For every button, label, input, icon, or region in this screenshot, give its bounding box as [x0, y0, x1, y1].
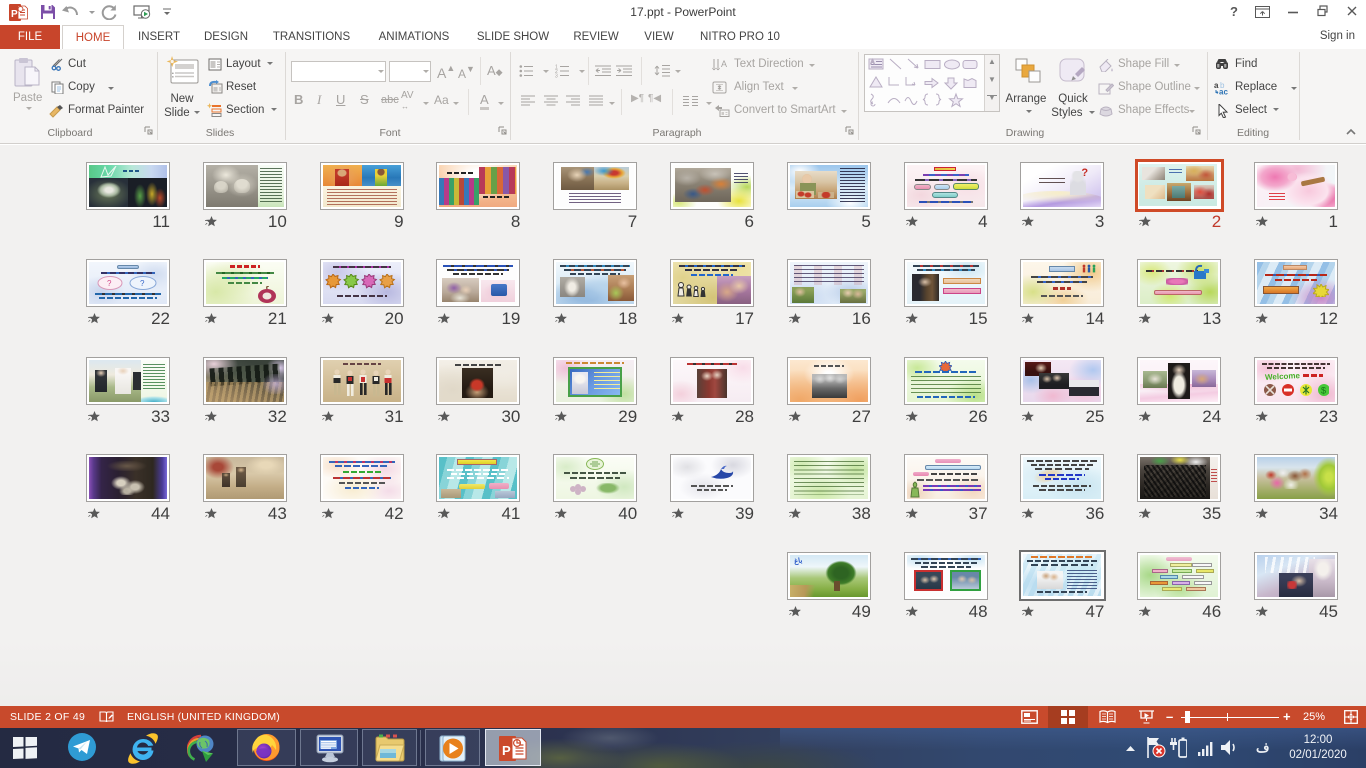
svg-text:A: A	[721, 59, 727, 69]
svg-text:ac: ac	[1219, 88, 1228, 96]
svg-text:3: 3	[555, 74, 558, 79]
svg-text:P: P	[11, 9, 18, 20]
svg-text:?: ?	[140, 279, 145, 288]
svg-text:P: P	[502, 743, 511, 758]
svg-text:$: $	[1321, 385, 1326, 395]
svg-text:A: A	[871, 60, 875, 66]
svg-text:?: ?	[107, 279, 112, 288]
